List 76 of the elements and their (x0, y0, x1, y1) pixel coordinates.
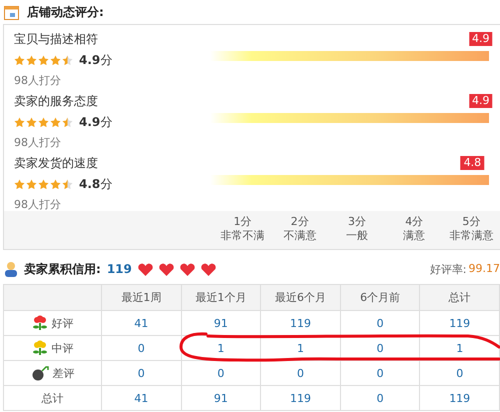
scale-score: 5分 (462, 215, 480, 229)
row-label: 差评 (52, 366, 74, 380)
scale-score: 2分 (290, 215, 309, 229)
table-cell: 0 (340, 360, 420, 386)
credit-score: 119 (106, 262, 132, 276)
table-cell: 0 (181, 360, 261, 386)
score-badge: 4.9 (468, 94, 492, 108)
star-icon (62, 117, 73, 128)
table-cell: 1 (420, 336, 500, 360)
column-header: 最近1周 (102, 284, 182, 310)
rate-label: 好评率: (430, 262, 466, 276)
score-value: 4.8分 (79, 176, 112, 193)
scale-caption: 非常不满 (220, 229, 265, 243)
scale-caption: 满意 (403, 229, 426, 243)
rating-label: 宝贝与描述相符 (14, 31, 99, 48)
star-icon (26, 55, 37, 66)
scale-score: 1分 (234, 215, 252, 229)
star-icon (38, 55, 49, 66)
star-icon (62, 55, 73, 66)
star-icon (50, 55, 61, 66)
scale-caption: 一般 (346, 229, 368, 243)
star-icon (14, 179, 25, 190)
table-cell: 0 (340, 336, 420, 360)
table-cell: 0 (420, 360, 500, 386)
heart-icon (200, 262, 216, 276)
star-icon (14, 55, 25, 66)
table-cell: 91 (181, 386, 261, 410)
scale-caption: 不满意 (283, 229, 316, 243)
star-icon (62, 179, 73, 190)
person-icon (4, 261, 18, 277)
table-cell: 0 (102, 336, 182, 360)
row-label: 好评 (52, 316, 74, 330)
table-cell: 91 (181, 310, 261, 336)
score-badge: 4.8 (460, 156, 484, 170)
star-icon (26, 117, 37, 128)
credit-title: 卖家累积信用: (24, 260, 101, 278)
column-header: 最近6个月 (260, 284, 340, 310)
bomb-icon (30, 365, 48, 381)
star-icon (14, 117, 25, 128)
column-header: 6个月前 (340, 284, 420, 310)
scale-caption: 非常满意 (449, 229, 494, 243)
flower-icon (32, 315, 48, 331)
rater-count: 98人打分 (14, 135, 62, 150)
section-title: 店铺动态评分: (27, 4, 104, 20)
column-header: 最近1个月 (181, 284, 261, 310)
rating-label: 卖家的服务态度 (14, 93, 99, 110)
heart-icon (158, 262, 174, 276)
score-value: 4.9分 (79, 52, 112, 69)
star-icon (38, 117, 49, 128)
rating-label: 卖家发货的速度 (14, 155, 99, 172)
star-icon (26, 179, 37, 190)
star-icon (38, 179, 49, 190)
column-header: 总计 (420, 284, 500, 310)
star-icon (50, 179, 61, 190)
score-badge: 4.9 (468, 32, 492, 46)
table-cell: 0 (340, 386, 420, 410)
table-cell: 119 (420, 386, 500, 410)
rate-value: 99.17 (468, 262, 500, 276)
scale-score: 3分 (348, 215, 366, 229)
heart-icon (180, 262, 195, 276)
table-cell: 119 (260, 386, 340, 410)
table-cell: 1 (181, 336, 261, 360)
table-cell: 0 (260, 360, 340, 386)
rater-count: 98人打分 (14, 73, 62, 88)
rater-count: 98人打分 (14, 197, 62, 212)
scale-score: 4分 (405, 215, 424, 229)
heart-icon (138, 262, 153, 276)
calendar-icon (4, 4, 19, 20)
row-label: 中评 (52, 340, 74, 356)
score-value: 4.9分 (79, 114, 112, 131)
table-cell: 41 (102, 386, 182, 410)
flower-icon (32, 340, 48, 356)
table-cell: 0 (102, 360, 182, 386)
row-label: 总计 (42, 390, 64, 406)
star-icon (50, 117, 61, 128)
table-cell: 41 (102, 310, 182, 336)
